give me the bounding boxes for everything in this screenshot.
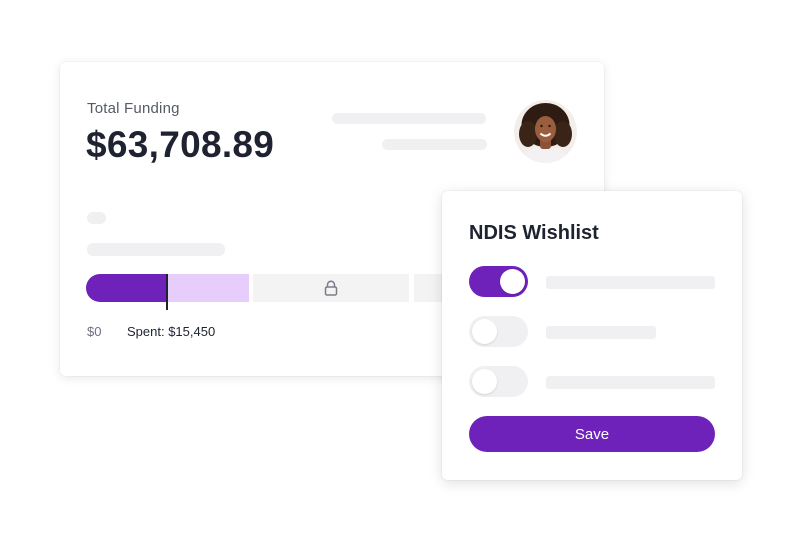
- progress-spent-marker: [166, 274, 168, 310]
- save-button[interactable]: Save: [469, 416, 715, 452]
- skeleton-line: [546, 376, 715, 389]
- total-funding-amount: $63,708.89: [86, 124, 275, 165]
- progress-start-label: $0: [87, 324, 102, 339]
- wishlist-toggle-2[interactable]: [469, 316, 528, 347]
- page: Total Funding $63,708.89 $0 Spent: $15,4…: [0, 0, 800, 544]
- wishlist-toggle-3[interactable]: [469, 366, 528, 397]
- lock-icon: [324, 280, 338, 296]
- progress-reserved-segment: [168, 274, 249, 302]
- skeleton-line: [546, 326, 656, 339]
- progress-locked-segment: [253, 274, 409, 302]
- skeleton-line: [87, 212, 106, 224]
- avatar: [514, 100, 577, 163]
- wishlist-toggle-1[interactable]: [469, 266, 528, 297]
- progress-spent-segment: [86, 274, 168, 302]
- toggle-knob: [500, 269, 525, 294]
- skeleton-line: [546, 276, 715, 289]
- toggle-knob: [472, 319, 497, 344]
- total-funding-label: Total Funding: [87, 100, 180, 117]
- progress-spent-label: Spent: $15,450: [127, 324, 216, 339]
- skeleton-line: [382, 139, 487, 150]
- wishlist-card: NDIS Wishlist Save: [442, 191, 742, 480]
- avatar-photo-icon: [514, 100, 577, 163]
- toggle-knob: [472, 369, 497, 394]
- skeleton-line: [87, 243, 225, 256]
- wishlist-title: NDIS Wishlist: [469, 222, 599, 244]
- skeleton-line: [332, 113, 486, 124]
